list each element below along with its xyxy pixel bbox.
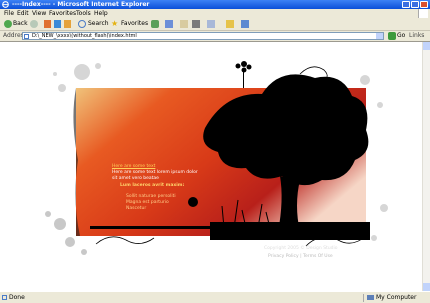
ie-logo-icon [2, 1, 9, 8]
list-item[interactable]: Sollit naturae persoliti [126, 194, 196, 200]
favorites-label[interactable]: Favorites [121, 20, 148, 28]
address-bar: Address D:\_NEW_\xxxx\(without_flash)\in… [0, 31, 430, 42]
mail-icon[interactable] [180, 20, 188, 28]
links-button[interactable]: Links [409, 33, 424, 39]
menu-help[interactable]: Help [94, 10, 108, 17]
address-dropdown-icon[interactable] [376, 33, 383, 39]
list-item[interactable]: Nascetur [126, 206, 196, 212]
menu-edit[interactable]: Edit [17, 10, 29, 17]
browser-window: ----Index---- - Microsoft Internet Explo… [0, 0, 430, 303]
intro-body: Here are some text lorem ipsum dolor sit… [112, 170, 198, 181]
computer-icon [367, 295, 374, 300]
windows-logo-icon [418, 9, 428, 18]
go-button[interactable]: Go [397, 33, 405, 39]
scroll-up-icon[interactable] [423, 42, 430, 50]
page-viewport: Here are some text Here are some text lo… [0, 42, 430, 291]
menu-favorites[interactable]: Favorites [49, 10, 76, 17]
status-bar: Done My Computer [0, 291, 430, 303]
folder-icon[interactable] [226, 20, 234, 28]
search-icon[interactable] [78, 20, 86, 28]
list-item[interactable]: Magna est parturio [126, 200, 196, 206]
intro-link[interactable]: Here are some text [112, 164, 155, 169]
refresh-icon[interactable] [54, 20, 61, 28]
zone-label: My Computer [376, 294, 417, 301]
home-icon[interactable] [64, 20, 71, 28]
print-icon[interactable] [192, 20, 200, 28]
page-status-icon [2, 295, 7, 300]
messenger-icon[interactable] [241, 20, 249, 28]
media-icon[interactable] [151, 20, 159, 28]
close-button[interactable] [420, 1, 428, 8]
flower-icon [235, 61, 252, 88]
list-title: Lum laceros avrit maxim: [120, 183, 185, 188]
vertical-scrollbar[interactable] [422, 42, 430, 291]
search-label[interactable]: Search [88, 20, 109, 28]
status-text: Done [9, 294, 25, 301]
toolbar: Back Search ★ Favorites [0, 18, 430, 31]
intro-text: Here are some text [112, 164, 202, 170]
back-arrow-icon[interactable] [4, 20, 12, 28]
address-url[interactable]: D:\_NEW_\xxxx\(without_flash)\index.html [32, 33, 137, 39]
menu-file[interactable]: File [4, 10, 14, 17]
minimize-button[interactable] [402, 1, 410, 8]
favorites-star-icon[interactable]: ★ [111, 20, 119, 28]
edit-icon[interactable] [207, 20, 215, 28]
go-arrow-icon[interactable] [388, 32, 396, 40]
forward-arrow-icon[interactable] [30, 20, 38, 28]
back-label[interactable]: Back [13, 20, 28, 28]
maximize-button[interactable] [411, 1, 419, 8]
menu-view[interactable]: View [32, 10, 46, 17]
scroll-down-icon[interactable] [423, 283, 430, 291]
address-input[interactable]: D:\_NEW_\xxxx\(without_flash)\index.html [22, 32, 384, 40]
menu-tools[interactable]: Tools [76, 10, 91, 17]
page-icon [24, 34, 29, 39]
ink-splatter-topleft [53, 63, 101, 92]
security-zone: My Computer [363, 294, 428, 302]
title-bar: ----Index---- - Microsoft Internet Explo… [0, 0, 430, 9]
grunge-background [45, 61, 388, 255]
stop-icon[interactable] [44, 20, 51, 28]
history-icon[interactable] [165, 20, 173, 28]
copyright-text: Copyright 2005 © Design Studio [264, 246, 338, 251]
footer-links[interactable]: Privacy Policy | Terms Of Use [268, 254, 358, 260]
window-title: ----Index---- - Microsoft Internet Explo… [12, 1, 150, 8]
